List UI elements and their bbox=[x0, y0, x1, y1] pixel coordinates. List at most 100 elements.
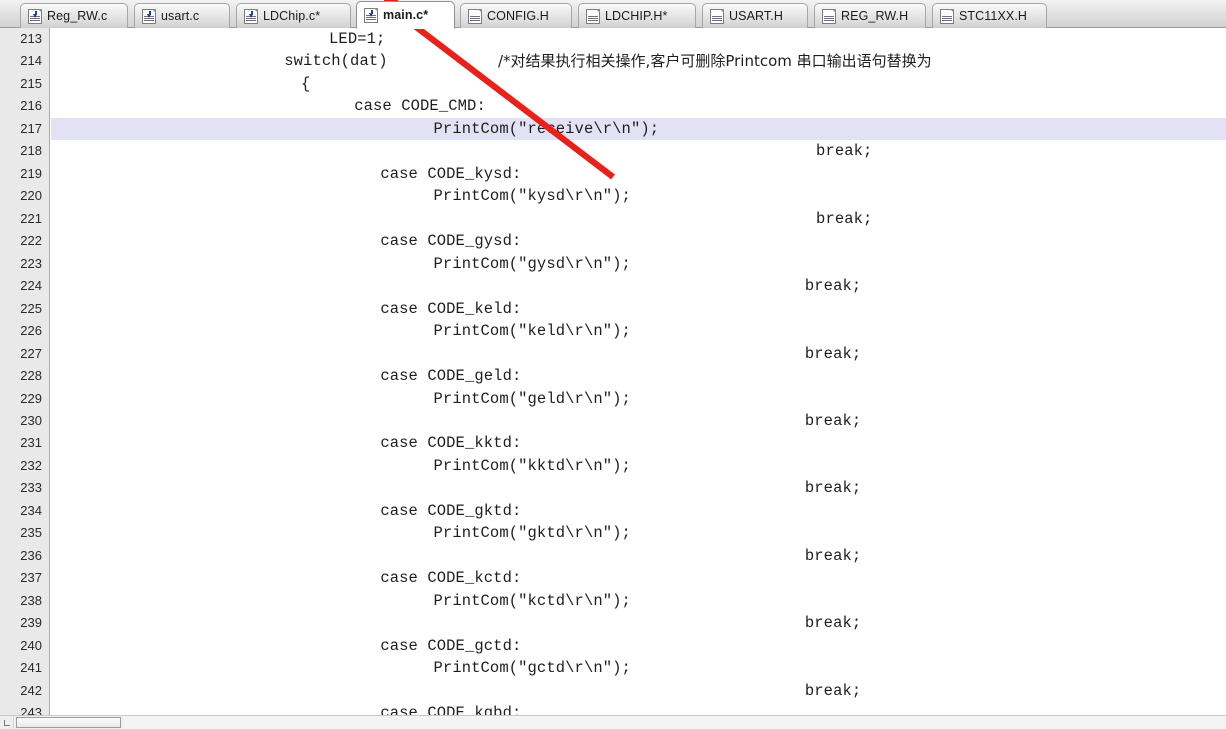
code-comment: /*对结果执行相关操作,客户可删除Printcom 串口输出语句替换为 bbox=[498, 52, 932, 71]
line-number: 213 bbox=[20, 31, 42, 46]
code-line[interactable]: break; bbox=[51, 343, 1226, 365]
code-line[interactable]: PrintCom("keld\r\n"); bbox=[51, 320, 1226, 342]
code-line-text: break; bbox=[804, 546, 862, 565]
file-icon-down-arrow bbox=[249, 10, 254, 18]
code-line-text: case CODE_kgbd: bbox=[380, 704, 522, 715]
tab-label: REG_RW.H bbox=[841, 9, 909, 23]
header-file-icon bbox=[940, 8, 954, 24]
scrollbar-thumb[interactable] bbox=[16, 717, 121, 728]
code-line[interactable]: case CODE_kktd: bbox=[51, 432, 1226, 454]
line-number: 232 bbox=[20, 457, 42, 473]
code-line[interactable]: break; bbox=[51, 275, 1226, 297]
code-line[interactable]: PrintCom("gctd\r\n"); bbox=[51, 657, 1226, 679]
code-line-text: PrintCom("kktd\r\n"); bbox=[433, 456, 631, 475]
line-number: 240 bbox=[20, 637, 42, 653]
line-number: 218 bbox=[20, 143, 42, 159]
header-file-icon bbox=[710, 8, 724, 24]
code-line-text: case CODE_geld: bbox=[380, 367, 522, 386]
tab-main-c[interactable]: main.c* bbox=[356, 1, 455, 29]
code-line[interactable]: break; bbox=[51, 410, 1226, 432]
code-line-text: PrintCom("geld\r\n"); bbox=[433, 389, 631, 408]
tab-label: main.c* bbox=[383, 8, 429, 22]
code-line[interactable]: PrintCom("gysd\r\n"); bbox=[51, 253, 1226, 275]
code-line[interactable]: break; bbox=[51, 140, 1226, 162]
code-line-text: case CODE_kysd: bbox=[380, 164, 522, 183]
code-line[interactable]: case CODE_CMD: bbox=[51, 95, 1226, 117]
code-line[interactable]: case CODE_kgbd: bbox=[51, 702, 1226, 715]
code-line-text: { bbox=[301, 74, 311, 93]
c-source-file-icon bbox=[364, 7, 378, 23]
tab-usart-c[interactable]: usart.c bbox=[134, 3, 230, 28]
code-editor[interactable]: 213 214 215 216 217 218 219 220 221 222 223 224 225 2… bbox=[0, 28, 1226, 715]
code-line[interactable]: PrintCom("gktd\r\n"); bbox=[51, 522, 1226, 544]
line-number: 228 bbox=[20, 368, 42, 384]
tab-ldchip-h[interactable]: LDCHIP.H* bbox=[578, 3, 696, 28]
tab-reg-rw-c[interactable]: Reg_RW.c bbox=[20, 3, 128, 28]
line-number: 217 bbox=[20, 120, 42, 136]
tab-label: LDChip.c* bbox=[263, 9, 321, 23]
line-number: 226 bbox=[20, 323, 42, 339]
code-line-text: PrintCom("kysd\r\n"); bbox=[433, 187, 631, 206]
file-icon-down-arrow bbox=[369, 9, 374, 17]
code-line[interactable]: case CODE_gktd: bbox=[51, 500, 1226, 522]
tab-usart-h[interactable]: USART.H bbox=[702, 3, 808, 28]
tab-label: LDCHIP.H* bbox=[605, 9, 668, 23]
code-line-text: break; bbox=[804, 277, 862, 296]
horizontal-scrollbar[interactable] bbox=[0, 715, 1226, 729]
code-line[interactable]: case CODE_kctd: bbox=[51, 567, 1226, 589]
code-line-text: case CODE_kctd: bbox=[380, 569, 522, 588]
code-line[interactable]: break; bbox=[51, 680, 1226, 702]
header-file-icon bbox=[468, 8, 482, 24]
scroll-left-button[interactable] bbox=[0, 716, 14, 729]
code-line-text: LED=1; bbox=[329, 30, 386, 48]
code-line-text: PrintCom("keld\r\n"); bbox=[433, 322, 631, 341]
line-number: 229 bbox=[20, 390, 42, 406]
file-icon-lines bbox=[470, 15, 480, 22]
code-line[interactable]: switch(dat) /*对结果执行相关操作,客户可删除Printcom 串口输… bbox=[51, 50, 1226, 72]
code-line[interactable]: PrintCom("kctd\r\n"); bbox=[51, 590, 1226, 612]
line-number: 223 bbox=[20, 255, 42, 271]
line-number: 241 bbox=[20, 660, 42, 676]
code-line[interactable]: case CODE_kysd: bbox=[51, 163, 1226, 185]
tab-stc11xx-h[interactable]: STC11XX.H bbox=[932, 3, 1047, 28]
file-icon-down-arrow bbox=[147, 10, 152, 18]
code-line-text: PrintCom("gktd\r\n"); bbox=[433, 524, 631, 543]
tab-config-h[interactable]: CONFIG.H bbox=[460, 3, 572, 28]
code-line[interactable]: PrintCom("kysd\r\n"); bbox=[51, 185, 1226, 207]
line-number: 236 bbox=[20, 547, 42, 563]
code-line-text: case CODE_gctd: bbox=[380, 636, 522, 655]
tab-reg-rw-h[interactable]: REG_RW.H bbox=[814, 3, 926, 28]
code-line-text: PrintCom("gysd\r\n"); bbox=[433, 254, 631, 273]
code-line[interactable]: case CODE_gysd: bbox=[51, 230, 1226, 252]
line-number: 234 bbox=[20, 502, 42, 518]
code-line[interactable]: break; bbox=[51, 477, 1226, 499]
code-line[interactable]: PrintCom("receive\r\n"); bbox=[51, 117, 1226, 141]
line-number: 215 bbox=[20, 75, 42, 91]
code-line[interactable]: PrintCom("kktd\r\n"); bbox=[51, 455, 1226, 477]
tab-ldchip-c[interactable]: LDChip.c* bbox=[236, 3, 351, 28]
code-line[interactable]: break; bbox=[51, 545, 1226, 567]
code-line-text: break; bbox=[816, 142, 873, 161]
code-text-area[interactable]: LED=1; switch(dat) /*对结果执行相关操作,客户可删除Printc… bbox=[51, 28, 1226, 715]
code-line[interactable]: { bbox=[51, 73, 1226, 95]
line-number: 235 bbox=[20, 525, 42, 541]
line-number: 230 bbox=[20, 412, 42, 428]
code-line[interactable]: break; bbox=[51, 612, 1226, 634]
line-number: 216 bbox=[20, 98, 42, 114]
code-line-text: PrintCom("kctd\r\n"); bbox=[433, 591, 631, 610]
line-number: 239 bbox=[20, 615, 42, 631]
code-line[interactable]: break; bbox=[51, 208, 1226, 230]
file-icon-down-arrow bbox=[33, 10, 38, 18]
code-line[interactable]: case CODE_keld: bbox=[51, 298, 1226, 320]
code-line-text: switch(dat) bbox=[284, 52, 388, 71]
line-number: 238 bbox=[20, 592, 42, 608]
code-line[interactable]: PrintCom("geld\r\n"); bbox=[51, 388, 1226, 410]
code-line[interactable]: case CODE_geld: bbox=[51, 365, 1226, 387]
line-number: 224 bbox=[20, 278, 42, 294]
code-line[interactable]: case CODE_gctd: bbox=[51, 635, 1226, 657]
tab-label: CONFIG.H bbox=[487, 9, 549, 23]
line-number: 231 bbox=[20, 435, 42, 451]
code-line[interactable]: LED=1; bbox=[51, 28, 1226, 50]
tab-label: usart.c bbox=[161, 9, 200, 23]
scrollbar-track[interactable] bbox=[123, 716, 1226, 729]
